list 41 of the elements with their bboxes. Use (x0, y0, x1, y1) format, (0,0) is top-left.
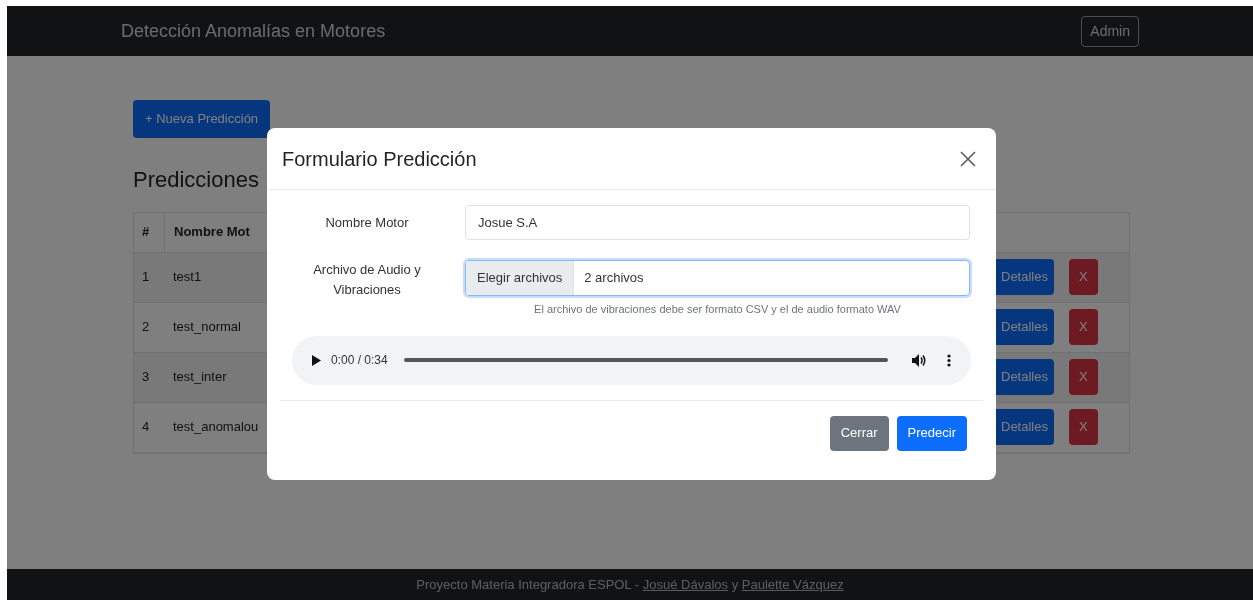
table-cell-text: test1 (172, 268, 203, 287)
volume-icon[interactable] (912, 353, 927, 367)
column-header: # (141, 223, 151, 242)
predict-button[interactable]: Predecir (896, 415, 967, 451)
field-label: Archivo de Audio y Vibraciones (312, 261, 422, 299)
author-link[interactable]: Josué Dávalos (642, 576, 728, 592)
details-button[interactable]: Detalles (995, 409, 1054, 445)
table-cell-text: 3 (141, 368, 151, 387)
table-cell-text: 1 (141, 268, 151, 287)
delete-button[interactable]: X (1068, 359, 1098, 395)
file-count: 2 archivos (583, 269, 645, 288)
help-text: El archivo de vibraciones debe ser formato CSV y el de audio formato WAV (534, 302, 901, 317)
details-button[interactable]: Detalles (995, 309, 1054, 345)
table-cell-text: test_inter (172, 368, 228, 387)
footer-text: Proyecto Materia Integradora ESPOL - Josué Dávalos y Paulette Vázquez (416, 575, 844, 594)
section-heading: Predicciones (133, 165, 260, 194)
admin-button[interactable]: Admin (1081, 15, 1139, 47)
table-cell-text: test_anomalou (172, 418, 260, 437)
progress-track[interactable] (403, 358, 888, 362)
table-cell-text: 2 (141, 318, 151, 337)
time-display: 0:00 / 0:34 (331, 352, 388, 369)
column-header: Nombre Mot (164, 212, 259, 252)
delete-button[interactable]: X (1068, 309, 1098, 345)
more-icon[interactable] (947, 353, 951, 367)
file-input[interactable]: Elegir archivos 2 archivos (465, 260, 970, 296)
play-icon[interactable] (312, 354, 321, 366)
name-input[interactable]: Josue S.A (465, 205, 970, 240)
choose-files-button[interactable]: Elegir archivos (466, 261, 575, 295)
delete-button[interactable]: X (1068, 409, 1098, 445)
details-button[interactable]: Detalles (995, 359, 1054, 395)
author-link[interactable]: Paulette Vázquez (741, 576, 844, 592)
modal-title: Formulario Predicción (282, 146, 477, 172)
close-button[interactable]: Cerrar (829, 415, 889, 451)
table-cell-text: test_normal (172, 318, 242, 337)
field-label: Nombre Motor (324, 213, 410, 232)
table-cell-text: 4 (141, 418, 151, 437)
new-prediction-button[interactable]: + Nueva Predicción (133, 100, 271, 138)
close-icon[interactable] (960, 150, 976, 167)
details-button[interactable]: Detalles (995, 259, 1054, 295)
delete-button[interactable]: X (1068, 259, 1098, 295)
brand-title[interactable]: Detección Anomalías en Motores (121, 17, 386, 45)
